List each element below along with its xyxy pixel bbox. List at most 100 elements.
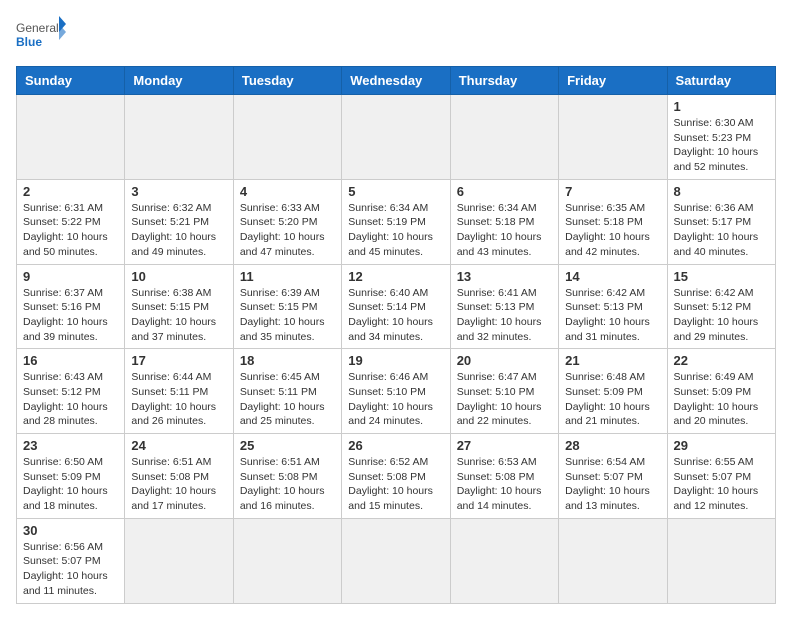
logo: General Blue xyxy=(16,16,66,56)
day-number: 21 xyxy=(565,353,660,368)
day-info: Sunrise: 6:40 AM Sunset: 5:14 PM Dayligh… xyxy=(348,286,443,345)
day-info: Sunrise: 6:56 AM Sunset: 5:07 PM Dayligh… xyxy=(23,540,118,599)
calendar: SundayMondayTuesdayWednesdayThursdayFrid… xyxy=(16,66,776,604)
calendar-row-3: 16 Sunrise: 6:43 AM Sunset: 5:12 PM Dayli… xyxy=(17,349,776,434)
weekday-header-thursday: Thursday xyxy=(450,67,558,95)
day-info: Sunrise: 6:50 AM Sunset: 5:09 PM Dayligh… xyxy=(23,455,118,514)
day-number: 12 xyxy=(348,269,443,284)
day-info: Sunrise: 6:47 AM Sunset: 5:10 PM Dayligh… xyxy=(457,370,552,429)
day-info: Sunrise: 6:35 AM Sunset: 5:18 PM Dayligh… xyxy=(565,201,660,260)
weekday-header-saturday: Saturday xyxy=(667,67,775,95)
calendar-cell xyxy=(342,518,450,603)
calendar-cell: 5Sunrise: 6:34 AM Sunset: 5:19 PM Daylig… xyxy=(342,179,450,264)
day-number: 25 xyxy=(240,438,335,453)
calendar-cell: 30 Sunrise: 6:56 AM Sunset: 5:07 PM Dayli… xyxy=(17,518,125,603)
calendar-cell: 6 Sunrise: 6:34 AM Sunset: 5:18 PM Daylig… xyxy=(450,179,558,264)
calendar-cell xyxy=(17,95,125,180)
day-info: Sunrise: 6:34 AM Sunset: 5:18 PM Dayligh… xyxy=(457,201,552,260)
day-number: 16 xyxy=(23,353,118,368)
weekday-header-tuesday: Tuesday xyxy=(233,67,341,95)
calendar-cell xyxy=(667,518,775,603)
calendar-cell xyxy=(450,518,558,603)
calendar-cell: 26 Sunrise: 6:52 AM Sunset: 5:08 PM Dayli… xyxy=(342,434,450,519)
day-info: Sunrise: 6:39 AM Sunset: 5:15 PM Dayligh… xyxy=(240,286,335,345)
day-number: 4 xyxy=(240,184,335,199)
calendar-row-5: 30 Sunrise: 6:56 AM Sunset: 5:07 PM Dayli… xyxy=(17,518,776,603)
day-number: 28 xyxy=(565,438,660,453)
day-number: 24 xyxy=(131,438,226,453)
calendar-cell xyxy=(559,518,667,603)
day-info: Sunrise: 6:51 AM Sunset: 5:08 PM Dayligh… xyxy=(240,455,335,514)
calendar-row-4: 23 Sunrise: 6:50 AM Sunset: 5:09 PM Dayli… xyxy=(17,434,776,519)
day-number: 2 xyxy=(23,184,118,199)
calendar-cell: 9Sunrise: 6:37 AM Sunset: 5:16 PM Daylig… xyxy=(17,264,125,349)
calendar-cell xyxy=(233,518,341,603)
calendar-cell: 27 Sunrise: 6:53 AM Sunset: 5:08 PM Dayli… xyxy=(450,434,558,519)
day-number: 5 xyxy=(348,184,443,199)
calendar-cell: 16 Sunrise: 6:43 AM Sunset: 5:12 PM Dayli… xyxy=(17,349,125,434)
day-number: 29 xyxy=(674,438,769,453)
day-number: 27 xyxy=(457,438,552,453)
day-info: Sunrise: 6:33 AM Sunset: 5:20 PM Dayligh… xyxy=(240,201,335,260)
calendar-cell xyxy=(125,95,233,180)
day-info: Sunrise: 6:55 AM Sunset: 5:07 PM Dayligh… xyxy=(674,455,769,514)
day-info: Sunrise: 6:53 AM Sunset: 5:08 PM Dayligh… xyxy=(457,455,552,514)
weekday-header-sunday: Sunday xyxy=(17,67,125,95)
day-info: Sunrise: 6:49 AM Sunset: 5:09 PM Dayligh… xyxy=(674,370,769,429)
calendar-row-0: 1Sunrise: 6:30 AM Sunset: 5:23 PM Daylig… xyxy=(17,95,776,180)
day-info: Sunrise: 6:54 AM Sunset: 5:07 PM Dayligh… xyxy=(565,455,660,514)
calendar-cell: 25 Sunrise: 6:51 AM Sunset: 5:08 PM Dayli… xyxy=(233,434,341,519)
calendar-cell: 1Sunrise: 6:30 AM Sunset: 5:23 PM Daylig… xyxy=(667,95,775,180)
calendar-row-2: 9Sunrise: 6:37 AM Sunset: 5:16 PM Daylig… xyxy=(17,264,776,349)
calendar-cell: 2 Sunrise: 6:31 AM Sunset: 5:22 PM Daylig… xyxy=(17,179,125,264)
day-info: Sunrise: 6:32 AM Sunset: 5:21 PM Dayligh… xyxy=(131,201,226,260)
calendar-cell: 13 Sunrise: 6:41 AM Sunset: 5:13 PM Dayli… xyxy=(450,264,558,349)
weekday-header-row: SundayMondayTuesdayWednesdayThursdayFrid… xyxy=(17,67,776,95)
calendar-cell xyxy=(450,95,558,180)
day-info: Sunrise: 6:48 AM Sunset: 5:09 PM Dayligh… xyxy=(565,370,660,429)
calendar-cell: 21 Sunrise: 6:48 AM Sunset: 5:09 PM Dayli… xyxy=(559,349,667,434)
day-info: Sunrise: 6:44 AM Sunset: 5:11 PM Dayligh… xyxy=(131,370,226,429)
day-number: 17 xyxy=(131,353,226,368)
day-info: Sunrise: 6:41 AM Sunset: 5:13 PM Dayligh… xyxy=(457,286,552,345)
calendar-cell xyxy=(125,518,233,603)
weekday-header-friday: Friday xyxy=(559,67,667,95)
calendar-cell: 14Sunrise: 6:42 AM Sunset: 5:13 PM Dayli… xyxy=(559,264,667,349)
day-info: Sunrise: 6:38 AM Sunset: 5:15 PM Dayligh… xyxy=(131,286,226,345)
calendar-cell: 24 Sunrise: 6:51 AM Sunset: 5:08 PM Dayli… xyxy=(125,434,233,519)
calendar-cell: 20 Sunrise: 6:47 AM Sunset: 5:10 PM Dayli… xyxy=(450,349,558,434)
day-info: Sunrise: 6:42 AM Sunset: 5:12 PM Dayligh… xyxy=(674,286,769,345)
day-number: 11 xyxy=(240,269,335,284)
day-number: 30 xyxy=(23,523,118,538)
day-info: Sunrise: 6:43 AM Sunset: 5:12 PM Dayligh… xyxy=(23,370,118,429)
day-info: Sunrise: 6:30 AM Sunset: 5:23 PM Dayligh… xyxy=(674,116,769,175)
day-number: 18 xyxy=(240,353,335,368)
calendar-cell: 19Sunrise: 6:46 AM Sunset: 5:10 PM Dayli… xyxy=(342,349,450,434)
day-number: 15 xyxy=(674,269,769,284)
calendar-cell: 10Sunrise: 6:38 AM Sunset: 5:15 PM Dayli… xyxy=(125,264,233,349)
header: General Blue xyxy=(16,16,776,56)
logo-svg: General Blue xyxy=(16,16,66,56)
calendar-cell: 7Sunrise: 6:35 AM Sunset: 5:18 PM Daylig… xyxy=(559,179,667,264)
weekday-header-wednesday: Wednesday xyxy=(342,67,450,95)
day-number: 19 xyxy=(348,353,443,368)
day-number: 6 xyxy=(457,184,552,199)
day-number: 20 xyxy=(457,353,552,368)
day-number: 9 xyxy=(23,269,118,284)
calendar-cell: 8Sunrise: 6:36 AM Sunset: 5:17 PM Daylig… xyxy=(667,179,775,264)
calendar-cell: 4 Sunrise: 6:33 AM Sunset: 5:20 PM Daylig… xyxy=(233,179,341,264)
calendar-cell: 22Sunrise: 6:49 AM Sunset: 5:09 PM Dayli… xyxy=(667,349,775,434)
calendar-cell xyxy=(233,95,341,180)
day-number: 23 xyxy=(23,438,118,453)
day-info: Sunrise: 6:31 AM Sunset: 5:22 PM Dayligh… xyxy=(23,201,118,260)
calendar-cell: 12 Sunrise: 6:40 AM Sunset: 5:14 PM Dayli… xyxy=(342,264,450,349)
calendar-cell: 17 Sunrise: 6:44 AM Sunset: 5:11 PM Dayli… xyxy=(125,349,233,434)
day-info: Sunrise: 6:52 AM Sunset: 5:08 PM Dayligh… xyxy=(348,455,443,514)
day-number: 26 xyxy=(348,438,443,453)
calendar-cell: 29 Sunrise: 6:55 AM Sunset: 5:07 PM Dayli… xyxy=(667,434,775,519)
day-info: Sunrise: 6:36 AM Sunset: 5:17 PM Dayligh… xyxy=(674,201,769,260)
day-number: 13 xyxy=(457,269,552,284)
calendar-cell: 15 Sunrise: 6:42 AM Sunset: 5:12 PM Dayli… xyxy=(667,264,775,349)
calendar-cell: 11 Sunrise: 6:39 AM Sunset: 5:15 PM Dayli… xyxy=(233,264,341,349)
day-info: Sunrise: 6:51 AM Sunset: 5:08 PM Dayligh… xyxy=(131,455,226,514)
